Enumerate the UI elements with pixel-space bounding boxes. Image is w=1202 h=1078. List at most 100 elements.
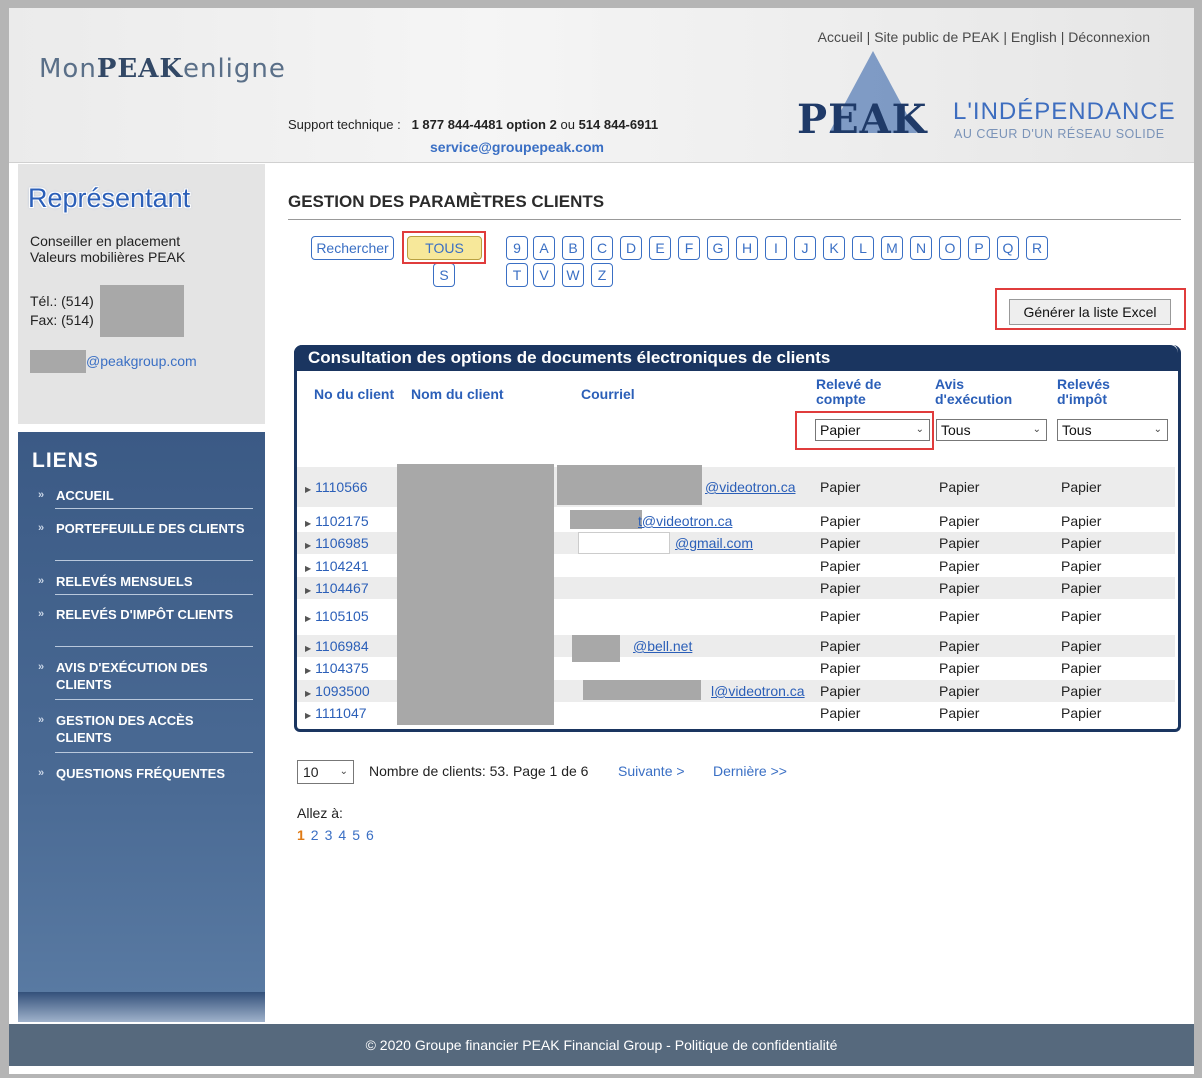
nav-accueil-link[interactable]: Accueil: [818, 29, 863, 45]
client-id-link[interactable]: ▶ 1104375: [305, 660, 369, 676]
client-email-link[interactable]: @bell.net: [633, 638, 692, 654]
sidebar-link-questions[interactable]: » QUESTIONS FRÉQUENTES: [32, 765, 250, 782]
sidebar: Représentant Conseiller en placement Val…: [18, 164, 265, 1024]
letter-button-l[interactable]: L: [852, 236, 874, 260]
support-email-link[interactable]: service@groupepeak.com: [430, 139, 604, 155]
letter-button-t[interactable]: T: [506, 263, 528, 287]
cell-releve: Papier: [820, 660, 861, 676]
search-button[interactable]: Rechercher: [311, 236, 394, 260]
client-id-link[interactable]: ▶ 1093500: [305, 683, 370, 699]
letter-button-g[interactable]: G: [707, 236, 729, 260]
letter-button-f[interactable]: F: [678, 236, 700, 260]
letter-button-m[interactable]: M: [881, 236, 903, 260]
double-chevron-icon: »: [38, 575, 45, 587]
client-email-link[interactable]: l@videotron.ca: [711, 683, 805, 699]
col-header-avis: Avis d'exécution: [935, 376, 1013, 407]
representative-phones: Tél.: (514) Fax: (514): [30, 293, 94, 328]
footer: © 2020 Groupe financier PEAK Financial G…: [9, 1024, 1194, 1066]
cell-avis: Papier: [939, 660, 980, 676]
letter-button-r[interactable]: R: [1026, 236, 1048, 260]
page-title: GESTION DES PARAMÈTRES CLIENTS: [288, 192, 605, 211]
sidebar-link-releves-mensuels[interactable]: » RELEVÉS MENSUELS: [32, 573, 250, 590]
monpeak-logo[interactable]: MonPEAKenligne: [39, 54, 286, 84]
cell-releve: Papier: [820, 580, 861, 596]
cell-releve: Papier: [820, 638, 861, 654]
highlight-box: [795, 411, 934, 450]
letter-button-h[interactable]: H: [736, 236, 758, 260]
letter-button-p[interactable]: P: [968, 236, 990, 260]
sidebar-link-gestion-acces[interactable]: » GESTION DES ACCÈS CLIENTS: [32, 712, 250, 746]
letter-button-o[interactable]: O: [939, 236, 961, 260]
client-id-link[interactable]: ▶ 1111047: [305, 705, 367, 721]
per-page-select[interactable]: 10 ⌄: [297, 760, 354, 784]
redacted-phone-numbers: [100, 285, 184, 337]
cell-avis: Papier: [939, 513, 980, 529]
letter-button-k[interactable]: K: [823, 236, 845, 260]
letter-button-q[interactable]: Q: [997, 236, 1019, 260]
client-id-link[interactable]: ▶ 1105105: [305, 608, 369, 624]
letter-button-s[interactable]: S: [433, 263, 455, 287]
page-link-5[interactable]: 5: [352, 827, 360, 843]
letter-button-z[interactable]: Z: [591, 263, 613, 287]
page-link-1[interactable]: 1: [297, 827, 305, 843]
page-link-3[interactable]: 3: [325, 827, 333, 843]
double-chevron-icon: »: [38, 767, 45, 779]
goto-label: Allez à:: [297, 805, 343, 821]
cell-avis: Papier: [939, 479, 980, 495]
link-divider: [55, 508, 253, 509]
link-divider: [55, 752, 253, 753]
redacted-email-user: [570, 510, 642, 529]
client-email-link[interactable]: @gmail.com: [675, 535, 753, 551]
cell-impot: Papier: [1061, 638, 1102, 654]
sidebar-link-accueil[interactable]: » ACCUEIL: [32, 487, 250, 504]
client-email-link[interactable]: t@videotron.ca: [638, 513, 732, 529]
impot-filter-select[interactable]: Tous ⌄: [1057, 419, 1168, 441]
avis-filter-select[interactable]: Tous ⌄: [936, 419, 1047, 441]
cell-releve: Papier: [820, 535, 861, 551]
nav-english-link[interactable]: English: [1011, 29, 1057, 45]
letter-button-n[interactable]: N: [910, 236, 932, 260]
next-page-link[interactable]: Suivante >: [618, 763, 685, 779]
last-page-link[interactable]: Dernière >>: [713, 763, 787, 779]
representative-title: Représentant: [28, 183, 191, 213]
expand-triangle-icon: ▶: [305, 541, 312, 550]
nav-site-public-link[interactable]: Site public de PEAK: [874, 29, 999, 45]
letter-button-i[interactable]: I: [765, 236, 787, 260]
client-email-link[interactable]: @videotron.ca: [705, 479, 795, 495]
page-link-2[interactable]: 2: [311, 827, 319, 843]
client-id-link[interactable]: ▶ 1106985: [305, 535, 369, 551]
support-line: Support technique : 1 877 844-4481 optio…: [288, 117, 659, 132]
letter-button-9[interactable]: 9: [506, 236, 528, 260]
col-header-id: No du client: [314, 386, 395, 402]
expand-triangle-icon: ▶: [305, 711, 312, 720]
letter-button-c[interactable]: C: [591, 236, 613, 260]
redacted-email-user: [557, 465, 702, 505]
letter-button-e[interactable]: E: [649, 236, 671, 260]
top-nav: Accueil | Site public de PEAK | English …: [817, 29, 1150, 45]
table-caption: Consultation des options de documents él…: [308, 348, 831, 367]
page-link-6[interactable]: 6: [366, 827, 374, 843]
letter-button-b[interactable]: B: [562, 236, 584, 260]
letter-button-v[interactable]: V: [533, 263, 555, 287]
page-link-4[interactable]: 4: [338, 827, 346, 843]
sidebar-link-avis-execution[interactable]: » AVIS D'EXÉCUTION DES CLIENTS: [32, 659, 250, 693]
sidebar-link-portefeuille[interactable]: » PORTEFEUILLE DES CLIENTS: [32, 520, 250, 537]
cell-impot: Papier: [1061, 705, 1102, 721]
letter-button-a[interactable]: A: [533, 236, 555, 260]
client-id-link[interactable]: ▶ 1110566: [305, 479, 368, 495]
redacted-client-names: [397, 464, 554, 725]
chevron-down-icon: ⌄: [1153, 424, 1162, 435]
letter-button-w[interactable]: W: [562, 263, 584, 287]
representative-email-link[interactable]: @peakgroup.com: [86, 353, 197, 369]
sidebar-link-releves-impot[interactable]: » RELEVÉS D'IMPÔT CLIENTS: [32, 606, 250, 623]
letter-button-d[interactable]: D: [620, 236, 642, 260]
client-id-link[interactable]: ▶ 1104467: [305, 580, 369, 596]
links-panel: LIENS » ACCUEIL » PORTEFEUILLE DES CLIENTS…: [18, 432, 265, 1022]
nav-deconnexion-link[interactable]: Déconnexion: [1068, 29, 1150, 45]
cell-impot: Papier: [1061, 535, 1102, 551]
expand-triangle-icon: ▶: [305, 614, 312, 623]
client-id-link[interactable]: ▶ 1102175: [305, 513, 369, 529]
client-id-link[interactable]: ▶ 1106984: [305, 638, 369, 654]
client-id-link[interactable]: ▶ 1104241: [305, 558, 369, 574]
letter-button-j[interactable]: J: [794, 236, 816, 260]
